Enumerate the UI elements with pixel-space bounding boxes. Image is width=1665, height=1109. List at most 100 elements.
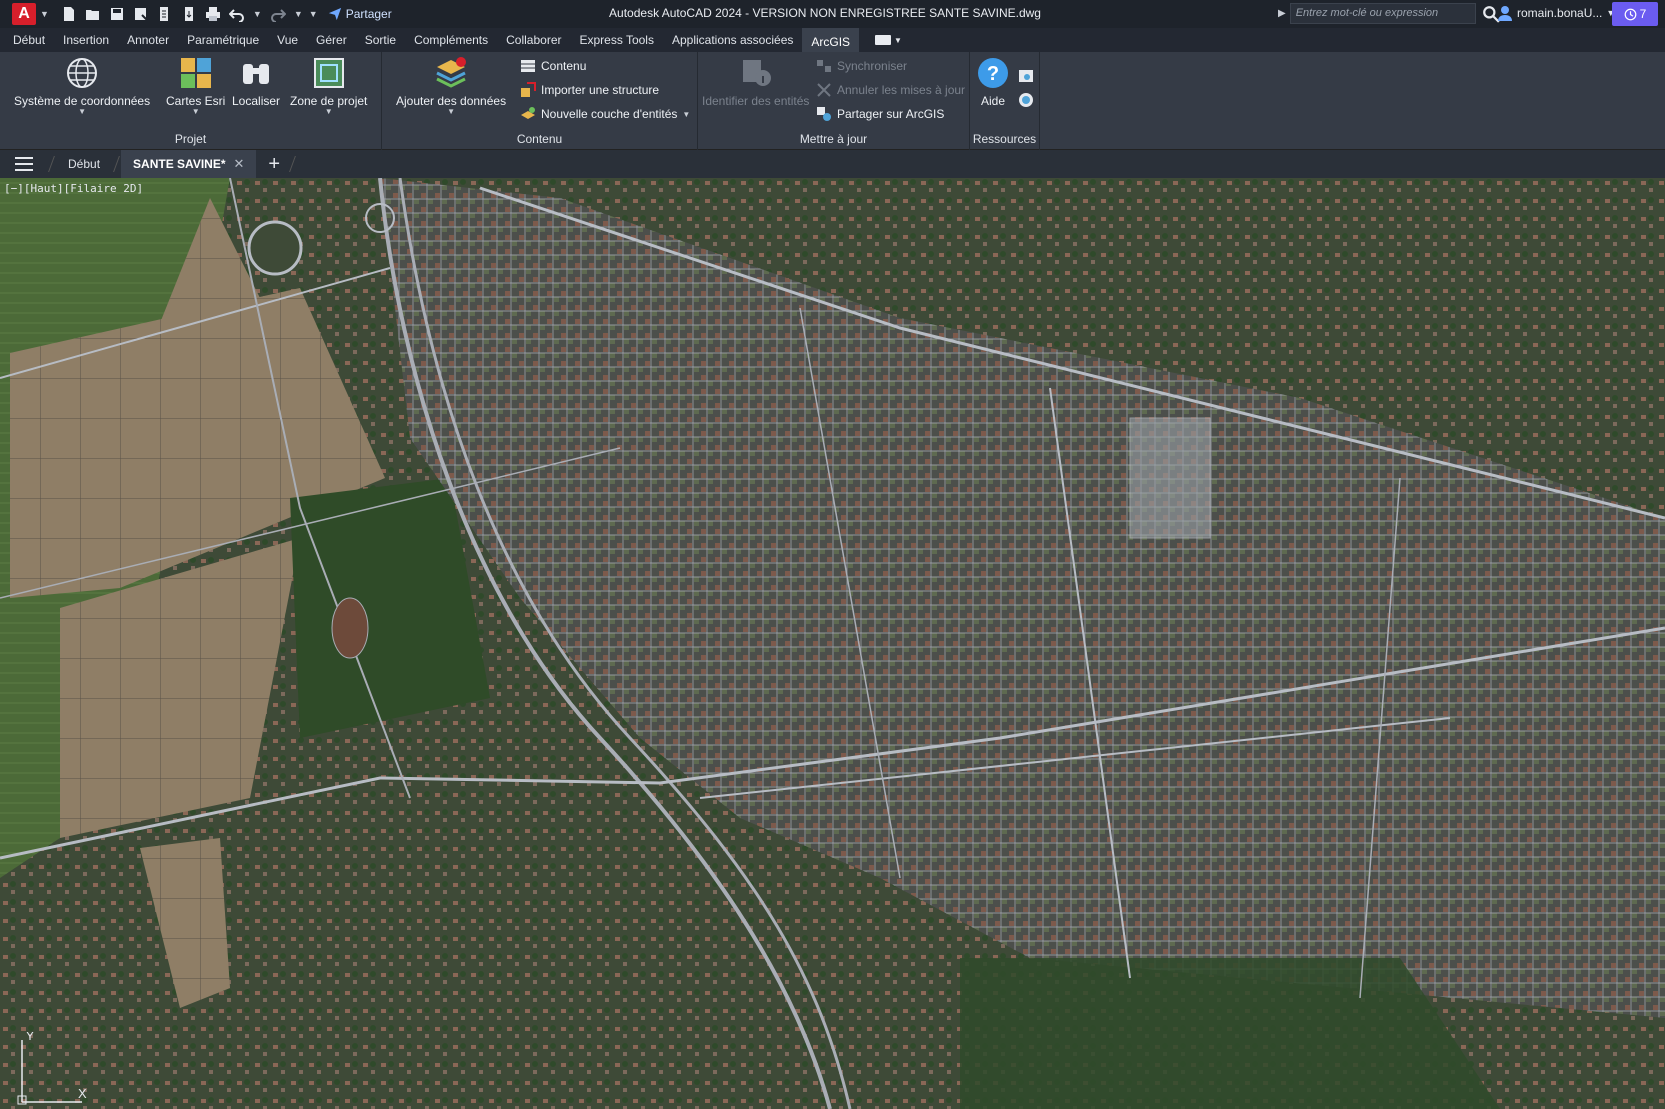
ribbon-minimize-icon bbox=[875, 35, 892, 45]
customize-chevron-icon[interactable]: ▼ bbox=[309, 9, 318, 19]
ucs-x-label: X bbox=[78, 1086, 87, 1101]
user-name: romain.bonaU... bbox=[1517, 6, 1603, 20]
new-file-icon[interactable] bbox=[60, 6, 78, 22]
tab-annoter[interactable]: Annoter bbox=[118, 28, 178, 52]
resource-globe-icon[interactable] bbox=[1018, 92, 1034, 108]
panel-ressources-title: Ressources bbox=[972, 132, 1037, 146]
undo-icon[interactable] bbox=[228, 6, 246, 22]
ribbon-display-toggle[interactable]: ▼ bbox=[875, 35, 902, 45]
layers-add-icon bbox=[436, 57, 467, 88]
tab-arcgis[interactable]: ArcGIS bbox=[802, 28, 860, 52]
add-data-button[interactable]: Ajouter des données ▼ bbox=[396, 56, 506, 116]
tab-sortie[interactable]: Sortie bbox=[356, 28, 405, 52]
doc-tab-sante-savine[interactable]: SANTE SAVINE* ✕ bbox=[121, 150, 257, 178]
doc-tab-start[interactable]: Début bbox=[56, 150, 112, 178]
tab-applications-associees[interactable]: Applications associées bbox=[663, 28, 802, 52]
add-tab-icon[interactable]: + bbox=[268, 153, 280, 176]
esri-maps-chevron-icon: ▼ bbox=[191, 107, 200, 116]
document-tab-bar: Début SANTE SAVINE* ✕ + bbox=[0, 150, 1665, 178]
help-label: Aide bbox=[980, 94, 1006, 108]
export-icon[interactable] bbox=[180, 6, 198, 22]
tab-separator bbox=[113, 156, 120, 172]
close-tab-icon[interactable]: ✕ bbox=[234, 150, 245, 178]
redo-chevron-icon[interactable]: ▼ bbox=[294, 9, 303, 19]
tab-insertion[interactable]: Insertion bbox=[54, 28, 118, 52]
esri-maps-label: Cartes Esri bbox=[166, 94, 226, 108]
cancel-updates-button[interactable]: Annuler les mises à jour bbox=[816, 82, 965, 98]
content-table-icon bbox=[521, 60, 535, 72]
doc-tab-label: SANTE SAVINE* bbox=[133, 157, 226, 171]
share-arcgis-label: Partager sur ArcGIS bbox=[837, 107, 945, 121]
user-icon bbox=[1498, 6, 1512, 21]
sync-icon bbox=[817, 60, 831, 72]
project-zone-icon bbox=[313, 58, 344, 88]
project-zone-label: Zone de projet bbox=[290, 94, 368, 108]
identify-features-button[interactable]: Identifier des entités bbox=[702, 56, 809, 108]
open-folder-icon[interactable] bbox=[84, 6, 102, 22]
identify-features-label: Identifier des entités bbox=[702, 94, 810, 108]
clock-icon bbox=[1624, 8, 1637, 20]
trial-badge[interactable]: 7 bbox=[1612, 2, 1658, 26]
ribbon-tab-bar: Début Insertion Annoter Paramétrique Vue… bbox=[0, 28, 1665, 52]
locate-button[interactable]: Localiser bbox=[232, 56, 280, 108]
ucs-y-label: Y bbox=[26, 1032, 34, 1043]
share-button[interactable]: Partager bbox=[328, 7, 392, 21]
viewport-controls-label[interactable]: [−][Haut][Filaire 2D] bbox=[4, 182, 143, 195]
resource-window-icon[interactable] bbox=[1018, 68, 1034, 84]
panel-ressources: ? Aide Ressources bbox=[970, 52, 1040, 150]
search-input[interactable]: Entrez mot-clé ou expression bbox=[1289, 3, 1476, 24]
app-menu-chevron-icon[interactable]: ▼ bbox=[40, 9, 49, 19]
coordinate-system-chevron-icon: ▼ bbox=[78, 107, 86, 116]
add-data-chevron-icon: ▼ bbox=[447, 107, 455, 116]
project-zone-chevron-icon: ▼ bbox=[324, 107, 333, 116]
tab-separator bbox=[48, 156, 55, 172]
project-zone-button[interactable]: Zone de projet ▼ bbox=[290, 56, 367, 116]
paper-plane-icon bbox=[328, 7, 341, 21]
coordinate-system-label: Système de coordonnées bbox=[14, 94, 151, 108]
coordinate-system-button[interactable]: Système de coordonnées ▼ bbox=[14, 56, 150, 116]
share-arcgis-button[interactable]: Partager sur ArcGIS bbox=[816, 106, 944, 122]
new-feature-layer-label: Nouvelle couche d'entités bbox=[541, 107, 678, 121]
share-label: Partager bbox=[345, 7, 392, 21]
globe-icon bbox=[67, 58, 98, 88]
import-structure-button[interactable]: Importer une structure bbox=[520, 82, 659, 98]
help-icon: ? bbox=[978, 58, 1008, 88]
badge-count: 7 bbox=[1639, 7, 1647, 21]
svg-text:?: ? bbox=[987, 63, 999, 85]
new-feature-layer-button[interactable]: Nouvelle couche d'entités ▼ bbox=[520, 106, 690, 122]
user-account[interactable]: romain.bonaU... ▼ bbox=[1497, 5, 1615, 21]
ribbon-chevron-icon: ▼ bbox=[894, 35, 902, 45]
print-icon[interactable] bbox=[204, 6, 222, 22]
drawing-viewport[interactable]: [−][Haut][Filaire 2D] Y X bbox=[0, 178, 1665, 1109]
tab-complements[interactable]: Compléments bbox=[405, 28, 497, 52]
hamburger-menu-icon[interactable] bbox=[15, 157, 33, 171]
tab-parametrique[interactable]: Paramétrique bbox=[178, 28, 268, 52]
import-structure-icon bbox=[521, 82, 536, 97]
help-button[interactable]: ? Aide bbox=[976, 56, 1010, 108]
panel-projet: Système de coordonnées ▼ Cartes Esri ▼ L… bbox=[0, 52, 382, 150]
search-area: ▶ Entrez mot-clé ou expression bbox=[1278, 3, 1500, 24]
redo-icon[interactable] bbox=[269, 6, 287, 22]
title-bar: A ▼ ▼ ▼ ▼ Partager Autodesk AutoCAD 2024… bbox=[0, 0, 1665, 28]
identify-icon bbox=[742, 60, 771, 86]
panel-mettre-a-jour-title: Mettre à jour bbox=[799, 132, 868, 146]
add-data-label: Ajouter des données bbox=[396, 94, 507, 108]
import-structure-label: Importer une structure bbox=[541, 83, 660, 97]
binoculars-icon bbox=[243, 64, 270, 84]
aerial-map-canvas[interactable] bbox=[0, 178, 1665, 1109]
tab-collaborer[interactable]: Collaborer bbox=[497, 28, 570, 52]
save-icon[interactable] bbox=[108, 6, 126, 22]
synchronize-button[interactable]: Synchroniser bbox=[816, 58, 907, 74]
tab-gerer[interactable]: Gérer bbox=[307, 28, 356, 52]
tab-debut[interactable]: Début bbox=[4, 28, 54, 52]
undo-chevron-icon[interactable]: ▼ bbox=[253, 9, 262, 19]
tab-express-tools[interactable]: Express Tools bbox=[570, 28, 662, 52]
search-chevron-icon[interactable]: ▶ bbox=[1278, 8, 1286, 19]
autocad-logo[interactable]: A bbox=[12, 3, 36, 25]
tab-vue[interactable]: Vue bbox=[268, 28, 307, 52]
publish-icon[interactable] bbox=[156, 6, 174, 22]
content-button[interactable]: Contenu bbox=[520, 58, 586, 74]
share-arcgis-icon bbox=[817, 107, 831, 121]
esri-maps-button[interactable]: Cartes Esri ▼ bbox=[166, 56, 225, 116]
save-as-icon[interactable] bbox=[132, 6, 150, 22]
